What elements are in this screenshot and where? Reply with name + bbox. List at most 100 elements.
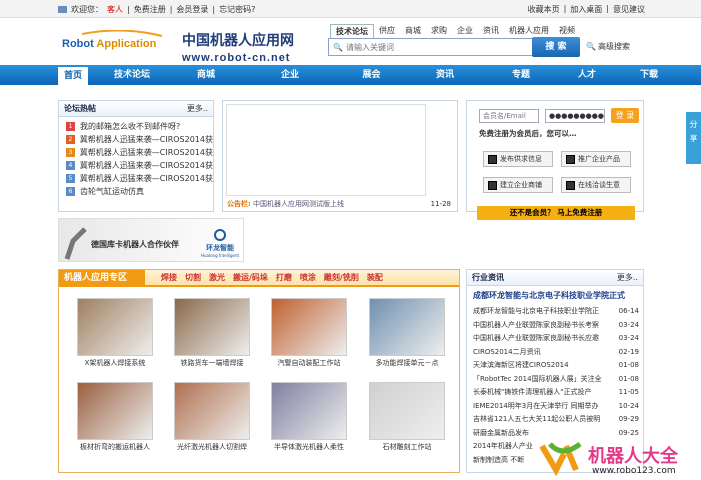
news-more-link[interactable]: 更多.. — [617, 270, 638, 286]
news-item[interactable]: 中国机器人产业联盟陈家良副秘书长应邀 03-24 — [467, 332, 643, 346]
partner-banner[interactable]: 德国库卡机器人合作伙伴 环龙智能 Hualong Intelligent — [58, 218, 244, 262]
forum-post[interactable]: 3 冀帮机器人迅猛来袭—CIROS2014获 — [59, 146, 213, 159]
application-caption[interactable]: X架机器人焊接系统 — [70, 358, 160, 368]
site-name-cn: 中国机器人应用网 — [182, 33, 294, 49]
nav-item[interactable]: 下载 — [623, 65, 675, 85]
news-item[interactable]: 研磨金属新品发布 09-25 — [467, 427, 643, 441]
app-category[interactable]: 喷涂 — [300, 270, 316, 286]
search-button[interactable]: 搜 索 — [532, 37, 580, 57]
news-item[interactable]: IEME2014明年3月在天津举行 同期举办 10-24 — [467, 400, 643, 414]
news-item-date: 09-29 — [618, 415, 639, 423]
app-category[interactable]: 打磨 — [276, 270, 292, 286]
app-category[interactable]: 焊接 — [161, 270, 177, 286]
robot-arm-icon — [64, 227, 87, 260]
search-tab[interactable]: 技术论坛 — [330, 24, 374, 38]
username-field[interactable]: 会员名/Email — [479, 109, 539, 123]
search-tab[interactable]: 商城 — [400, 24, 426, 38]
news-item[interactable]: 中国机器人产业联盟陈家良副秘书长考察 03-24 — [467, 319, 643, 333]
build-shop-button[interactable]: 建立企业商铺 — [483, 177, 553, 193]
search-tab[interactable]: 企业 — [452, 24, 478, 38]
welcome-text: 欢迎您： — [71, 5, 103, 14]
forum-post[interactable]: 1 我的邮箱怎么收不到邮件呀? — [59, 120, 213, 133]
nav-item[interactable]: 展会 — [344, 65, 399, 85]
app-category[interactable]: 雕刻/铣削 — [324, 270, 359, 286]
application-thumbnail[interactable] — [271, 382, 347, 440]
application-caption[interactable]: 光纤激光机器人切割焊 — [167, 442, 257, 452]
advanced-search-link[interactable]: 🔍 高级搜索 — [586, 41, 630, 52]
search-tab[interactable]: 机器人应用 — [504, 24, 554, 38]
search-tab[interactable]: 资讯 — [478, 24, 504, 38]
slide-image[interactable] — [226, 104, 426, 196]
register-link[interactable]: 免费注册 — [134, 4, 166, 15]
doc-icon — [566, 154, 575, 164]
forum-post[interactable]: 2 冀帮机器人迅猛来袭—CIROS2014获 — [59, 133, 213, 146]
news-item-date: 10-24 — [618, 401, 639, 410]
register-banner[interactable]: 还不是会员？ 马上免费注册 — [477, 206, 635, 220]
app-category[interactable]: 激光 — [209, 270, 225, 286]
search-tab[interactable]: 视频 — [554, 24, 580, 38]
news-item[interactable]: CIROS2014二月资讯 02-19 — [467, 346, 643, 360]
news-item-title: 天津滨海新区将建CIROS2014 — [473, 361, 569, 369]
app-category[interactable]: 装配 — [367, 270, 383, 286]
application-caption[interactable]: 汽警自动装配工作站 — [264, 358, 354, 368]
promote-products-button[interactable]: 推广企业产品 — [561, 151, 631, 167]
news-item-title: 吉林省121人五七大关11起公职人员被明 — [473, 415, 601, 423]
online-chat-button[interactable]: 在线洽谈生意 — [561, 177, 631, 193]
application-caption[interactable]: 多功能焊接单元－点 — [362, 358, 452, 368]
application-thumbnail[interactable] — [77, 382, 153, 440]
news-item[interactable]: 「RobotTec 2014国际机器人展」关注全 01-08 — [467, 373, 643, 387]
add-desktop-link[interactable]: 加入桌面 — [570, 4, 602, 15]
news-item-title: 研磨金属新品发布 — [473, 428, 529, 437]
news-item[interactable]: 吉林省121人五七大关11起公职人员被明 09-29 — [467, 413, 643, 427]
forum-post[interactable]: 4 冀帮机器人迅猛来袭—CIROS2014获 — [59, 159, 213, 172]
forum-more-link[interactable]: 更多.. — [187, 101, 208, 117]
nav-item[interactable]: 资讯 — [399, 65, 491, 85]
guest-link[interactable]: 客人 — [107, 4, 123, 15]
application-caption[interactable]: 半导体激光机器人柔性 — [264, 442, 354, 452]
application-thumbnail[interactable] — [174, 298, 250, 356]
watermark-url: www.robo123.com — [592, 466, 676, 476]
slider-panel: 公告栏: 中国机器人应用网测试版上线 11-28 — [222, 100, 458, 212]
bookmark-link[interactable]: 收藏本页 — [528, 4, 560, 15]
nav-item[interactable]: 技术论坛 — [88, 65, 176, 85]
nav-item[interactable]: 专题 — [491, 65, 551, 85]
app-category[interactable]: 搬运/码垛 — [233, 270, 268, 286]
news-item[interactable]: 天津滨海新区将建CIROS2014 01-08 — [467, 359, 643, 373]
search-input[interactable] — [345, 42, 526, 52]
logo-application-text: Application — [96, 38, 157, 50]
nav-item[interactable]: 首页 — [58, 67, 88, 85]
login-button[interactable]: 登 录 — [611, 108, 639, 123]
forum-post-title: 我的邮箱怎么收不到邮件呀? — [80, 122, 181, 131]
news-item[interactable]: 长泰机械"铸铁件清理机器人"正式投产 11-05 — [467, 386, 643, 400]
forum-post[interactable]: 6 齿轮气缸运动仿真 — [59, 185, 213, 198]
forum-post[interactable]: 5 冀帮机器人迅猛来袭—CIROS2014获 — [59, 172, 213, 185]
application-caption[interactable]: 板材折弯的搬运机器人 — [70, 442, 160, 452]
application-caption[interactable]: 石材雕刻工作站 — [362, 442, 452, 452]
share-tab[interactable]: 分享 — [686, 112, 701, 164]
application-thumbnail[interactable] — [77, 298, 153, 356]
nav-item[interactable]: 企业 — [236, 65, 344, 85]
application-thumbnail[interactable] — [271, 298, 347, 356]
nav-item[interactable]: 人才 — [551, 65, 623, 85]
login-panel: 会员名/Email ●●●●●●●●● 登 录 免费注册为会员后，您可以… 发布… — [466, 100, 644, 220]
search-tab[interactable]: 求购 — [426, 24, 452, 38]
forgot-password-link[interactable]: 忘记密码? — [219, 4, 255, 15]
rank-icon: 2 — [66, 135, 75, 144]
password-field[interactable]: ●●●●●●●●● — [545, 109, 605, 123]
application-thumbnail[interactable] — [369, 298, 445, 356]
app-category[interactable]: 切割 — [185, 270, 201, 286]
application-thumbnail[interactable] — [369, 382, 445, 440]
forum-post-title: 冀帮机器人迅猛来袭—CIROS2014获 — [79, 161, 213, 170]
application-caption[interactable]: 铁路货车一端墙焊接 — [167, 358, 257, 368]
login-link[interactable]: 会员登录 — [176, 4, 208, 15]
rank-icon: 5 — [66, 174, 75, 183]
news-item[interactable]: 成都环龙智能与北京电子科技职业学院正 06-14 — [467, 305, 643, 319]
application-thumbnail[interactable] — [174, 382, 250, 440]
publish-info-button[interactable]: 发布供求信息 — [483, 151, 553, 167]
announcement-text[interactable]: 中国机器人应用网测试版上线 — [253, 200, 344, 208]
site-logo[interactable]: Robot Application — [62, 30, 174, 60]
news-headline[interactable]: 成都环龙智能与北京电子科技职业学院正式 — [467, 286, 643, 305]
search-tab[interactable]: 供应 — [374, 24, 400, 38]
feedback-link[interactable]: 意见建议 — [613, 4, 645, 15]
nav-item[interactable]: 商城 — [176, 65, 236, 85]
